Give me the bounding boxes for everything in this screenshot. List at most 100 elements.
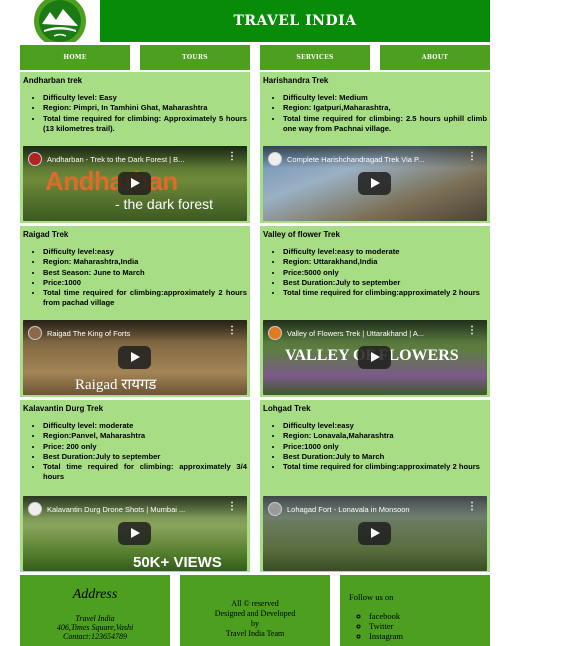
trek-title: Kalavantin Durg Trek — [23, 404, 104, 413]
trek-details-list: Difficulty level: Easy Region: Pimpri, I… — [23, 93, 247, 134]
nav-tours-button[interactable]: TOURS — [140, 45, 250, 70]
video-title[interactable]: Raigad The King of Forts — [47, 329, 217, 338]
video-embed-harishandra[interactable]: Complete Harishchandragad Trek Via P... … — [263, 146, 487, 221]
trek-detail: Best Duration:July to september — [283, 278, 487, 288]
nav-about-button[interactable]: ABOUT — [380, 45, 490, 70]
trek-detail: Total time required for climbing:approxi… — [43, 288, 247, 309]
play-icon[interactable] — [118, 346, 151, 369]
more-vert-icon[interactable]: ⋮ — [467, 502, 477, 512]
play-icon[interactable] — [358, 346, 391, 369]
trek-detail: Region: Maharashtra,India — [43, 257, 247, 267]
trek-card-harishandra: Harishandra Trek Difficulty level: Mediu… — [260, 72, 490, 223]
video-embed-raigad[interactable]: Raigad The King of Forts ⋮ Raigad रायगड — [23, 320, 247, 395]
site-logo[interactable] — [20, 0, 100, 42]
video-title[interactable]: Valley of Flowers Trek | Uttarakhand | A… — [287, 329, 457, 338]
trek-detail: Region: Igatpuri,Maharashtra, — [283, 103, 487, 113]
play-icon[interactable] — [358, 172, 391, 195]
trek-title: Andharban trek — [23, 76, 83, 85]
trek-card-andharban: Andharban trek Difficulty level: Easy Re… — [20, 72, 250, 223]
follow-title: Follow us on — [349, 592, 394, 602]
nav-home-button[interactable]: HOME — [20, 45, 130, 70]
trek-detail: Difficulty level:easy — [283, 421, 487, 431]
video-title[interactable]: Andharban - Trek to the Dark Forest | B.… — [47, 155, 217, 164]
trek-detail: Price:1000 only — [283, 442, 487, 452]
play-icon[interactable] — [358, 522, 391, 545]
trek-details-list: Difficulty level: moderate Region:Panvel… — [23, 421, 247, 483]
video-embed-kalavantin-durg[interactable]: Kalavantin Durg Drone Shots | Mumbai ...… — [23, 496, 247, 571]
address-line: 406,Times Square,Vashi — [56, 623, 134, 632]
trek-detail: Region:Panvel, Maharashtra — [43, 431, 247, 441]
trek-title: Lohgad Trek — [263, 404, 311, 413]
trek-detail: Price: 200 only — [43, 442, 247, 452]
copyright-line: Travel India Team — [225, 629, 285, 638]
trek-card-raigad: Raigad Trek Difficulty level:easy Region… — [20, 226, 250, 397]
play-icon[interactable] — [118, 172, 151, 195]
footer-address: Address Travel India 406,Times Square,Va… — [20, 575, 170, 646]
nav-services-button[interactable]: SERVICES — [260, 45, 370, 70]
channel-avatar[interactable] — [268, 502, 282, 516]
site-title: TRAVEL INDIA — [100, 0, 490, 42]
more-vert-icon[interactable]: ⋮ — [227, 152, 237, 162]
trek-detail: Total time required for climbing: 2.5 ho… — [283, 114, 487, 135]
more-vert-icon[interactable]: ⋮ — [227, 502, 237, 512]
channel-avatar[interactable] — [28, 502, 42, 516]
trek-detail: Price:1000 — [43, 278, 247, 288]
video-overlay-subtext: - the dark forest — [115, 196, 214, 212]
address-line: Contact:123654789 — [63, 632, 127, 641]
trek-detail: Region: Pimpri, In Tamhini Ghat, Maharas… — [43, 103, 247, 113]
trek-detail: Total time required for climbing: approx… — [43, 462, 247, 483]
video-overlay-text: Andharban — [45, 166, 178, 196]
footer-social: Follow us on facebook Twitter Instagram — [340, 575, 490, 646]
trek-card-kalavantin-durg: Kalavantin Durg Trek Difficulty level: m… — [20, 400, 250, 572]
trek-details-list: Difficulty level:easy to moderate Region… — [263, 247, 487, 298]
trek-detail: Difficulty level: Medium — [283, 93, 487, 103]
trek-detail: Region: Uttarakhand,India — [283, 257, 487, 267]
trek-detail: Region: Lonavala,Maharashtra — [283, 431, 487, 441]
channel-avatar[interactable] — [268, 326, 282, 340]
video-title[interactable]: Complete Harishchandragad Trek Via P... — [287, 155, 457, 164]
copyright-line: by — [251, 619, 259, 628]
trek-detail: Difficulty level:easy — [43, 247, 247, 257]
address-lines: Travel India 406,Times Square,Vashi Cont… — [20, 614, 170, 641]
trek-card-lohgad: Lohgad Trek Difficulty level:easy Region… — [260, 400, 490, 572]
trek-details-list: Difficulty level:easy Region: Maharashtr… — [23, 247, 247, 309]
video-overlay-text: Raigad रायगड — [75, 377, 157, 393]
channel-avatar[interactable] — [268, 152, 282, 166]
more-vert-icon[interactable]: ⋮ — [467, 326, 477, 336]
mountain-logo-icon — [34, 0, 86, 42]
social-link-twitter[interactable]: Twitter — [369, 621, 403, 631]
channel-avatar[interactable] — [28, 152, 42, 166]
trek-detail: Difficulty level: Easy — [43, 93, 247, 103]
social-link-instagram[interactable]: Instagram — [369, 631, 403, 641]
video-embed-lohgad[interactable]: Lohagad Fort - Lonavala in Monsoon ⋮ — [263, 496, 487, 571]
video-embed-andharban[interactable]: Andharban - Trek to the Dark Forest | B.… — [23, 146, 247, 221]
social-links: facebook Twitter Instagram — [369, 611, 403, 641]
trek-detail: Best Season: June to March — [43, 268, 247, 278]
address-line: Travel India — [75, 614, 115, 623]
footer-copyright: All © reserved Designed and Developed by… — [180, 575, 330, 646]
trek-card-valley-of-flower: Valley of flower Trek Difficulty level:e… — [260, 226, 490, 397]
trek-detail: Best Duration:July to March — [283, 452, 487, 462]
copyright-line: All © reserved — [231, 599, 279, 608]
trek-details-list: Difficulty level:easy Region: Lonavala,M… — [263, 421, 487, 472]
play-icon[interactable] — [118, 522, 151, 545]
social-link-facebook[interactable]: facebook — [369, 611, 403, 621]
channel-avatar[interactable] — [28, 326, 42, 340]
copyright-line: Designed and Developed — [214, 609, 296, 618]
trek-detail: Total time required for climbing:approxi… — [283, 288, 487, 298]
trek-detail: Difficulty level:easy to moderate — [283, 247, 487, 257]
trek-detail: Difficulty level: moderate — [43, 421, 247, 431]
video-overlay-text: 50K+ VIEWS — [133, 554, 222, 571]
trek-title: Raigad Trek — [23, 230, 69, 239]
trek-title: Valley of flower Trek — [263, 230, 340, 239]
trek-detail: Total time required for climbing: Approx… — [43, 114, 247, 135]
address-title: Address — [72, 587, 118, 602]
trek-details-list: Difficulty level: Medium Region: Igatpur… — [263, 93, 487, 134]
video-title[interactable]: Lohagad Fort - Lonavala in Monsoon — [287, 505, 457, 514]
more-vert-icon[interactable]: ⋮ — [467, 152, 477, 162]
video-title[interactable]: Kalavantin Durg Drone Shots | Mumbai ... — [47, 505, 217, 514]
trek-title: Harishandra Trek — [263, 76, 329, 85]
more-vert-icon[interactable]: ⋮ — [227, 326, 237, 336]
trek-detail: Total time required for climbing:approxi… — [283, 462, 487, 472]
video-embed-valley-of-flower[interactable]: Valley of Flowers Trek | Uttarakhand | A… — [263, 320, 487, 395]
